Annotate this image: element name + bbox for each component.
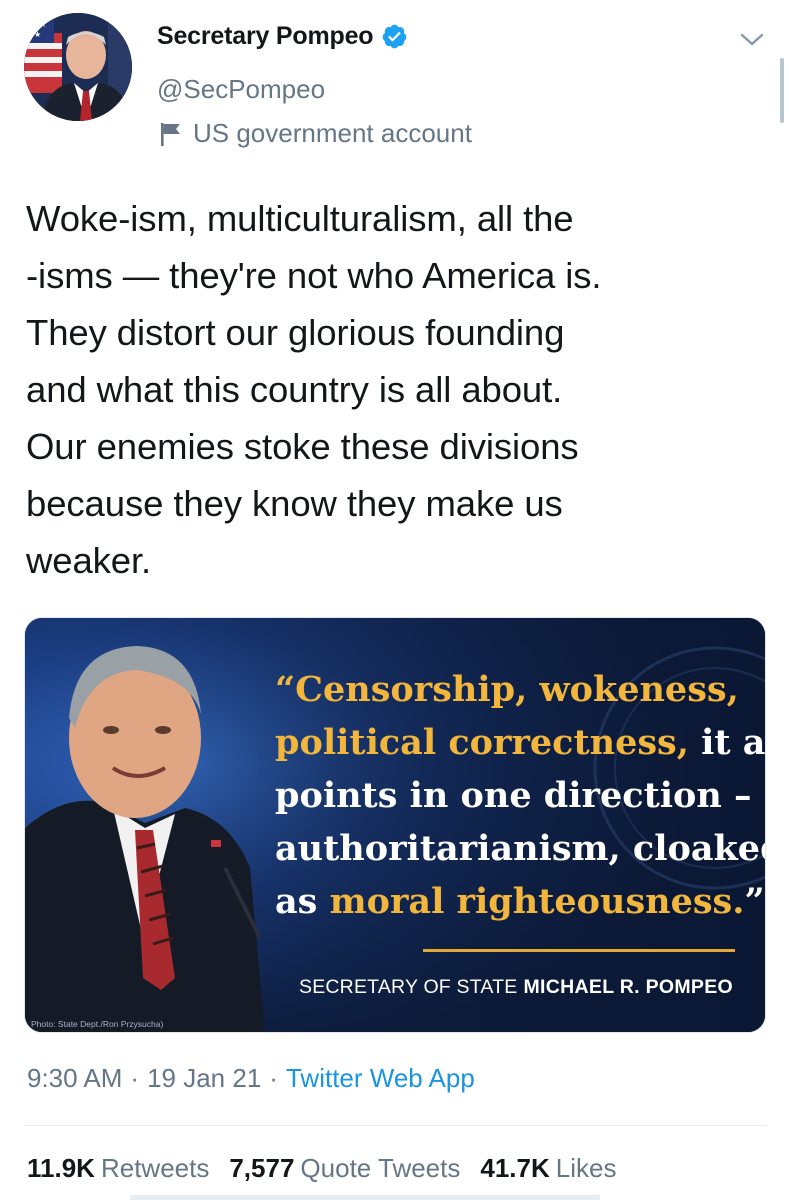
- tweet-metadata: 9:30 AM · 19 Jan 21 · Twitter Web App: [27, 1063, 475, 1094]
- quote-fragment: moral righteousness.: [329, 881, 745, 922]
- quote-fragment: it all: [701, 722, 766, 763]
- author-name-row[interactable]: Secretary Pompeo: [157, 22, 408, 51]
- attribution-name: MICHAEL R. POMPEO: [523, 976, 733, 998]
- quote-text: “Censorship, wokeness, political correct…: [275, 663, 765, 928]
- svg-text:★: ★: [34, 30, 41, 39]
- tweet-source-link[interactable]: Twitter Web App: [286, 1063, 475, 1094]
- avatar-photo: ★ ★ ★: [24, 13, 132, 121]
- photo-credit: Photo: State Dept./Ron Przysucha): [31, 1019, 164, 1029]
- quote-fragment: authoritarianism, cloaked: [275, 828, 766, 869]
- author-handle[interactable]: @SecPompeo: [157, 74, 325, 105]
- separator-dot: ·: [130, 1063, 140, 1093]
- quote-fragment: points in one direction –: [275, 775, 752, 816]
- tweet-text: Woke-ism, multiculturalism, all the -ism…: [26, 198, 602, 581]
- quote-line-3: points in one direction –: [275, 769, 752, 822]
- tweet-date[interactable]: 19 Jan 21: [147, 1063, 261, 1094]
- quote-line-1: “Censorship, wokeness,: [275, 663, 739, 716]
- likes-label: Likes: [555, 1153, 617, 1183]
- verified-badge-icon: [381, 23, 408, 50]
- quote-tweets-label: Quote Tweets: [300, 1153, 461, 1183]
- svg-text:★ ★: ★ ★: [30, 20, 47, 29]
- likes-count: 41.7K: [480, 1153, 550, 1183]
- quote-tweets-count: 7,577: [229, 1153, 295, 1183]
- quote-line-2: political correctness, it all: [275, 716, 765, 769]
- quote-fragment: “Censorship, wokeness,: [275, 669, 739, 710]
- retweets-label: Retweets: [100, 1153, 210, 1183]
- chevron-down-icon[interactable]: [739, 30, 765, 50]
- government-account-label[interactable]: US government account: [159, 118, 472, 149]
- separator-dot: ·: [269, 1063, 278, 1093]
- likes-stat[interactable]: 41.7K Likes: [480, 1153, 616, 1184]
- retweets-count: 11.9K: [27, 1153, 95, 1183]
- quote-fragment: as: [275, 881, 330, 922]
- quote-line-4: authoritarianism, cloaked: [275, 822, 765, 875]
- quote-fragment: political correctness,: [275, 722, 702, 763]
- action-bar-edge: [130, 1195, 600, 1200]
- tweet-time[interactable]: 9:30 AM: [27, 1063, 122, 1094]
- attribution-title: SECRETARY OF STATE: [298, 976, 518, 998]
- tweet-media-image[interactable]: “Censorship, wokeness, political correct…: [24, 617, 766, 1033]
- tweet-header: ★ ★ ★ Secretary Pompeo @SecPompeo US gov…: [0, 0, 789, 170]
- retweets-stat[interactable]: 11.9K Retweets: [27, 1153, 209, 1184]
- quote-tweets-stat[interactable]: 7,577 Quote Tweets: [229, 1153, 460, 1184]
- flag-icon: [159, 121, 183, 147]
- account-label-text: US government account: [193, 118, 472, 148]
- author-display-name[interactable]: Secretary Pompeo: [157, 22, 374, 51]
- quote-fragment: ”: [744, 881, 765, 922]
- quote-divider: [423, 949, 735, 952]
- scrollbar[interactable]: [780, 58, 784, 123]
- quote-line-5: as moral righteousness.”: [275, 875, 765, 928]
- avatar[interactable]: ★ ★ ★: [24, 13, 132, 121]
- quote-attribution: SECRETARY OF STATE MICHAEL R. POMPEO: [265, 976, 733, 999]
- divider: [24, 1125, 766, 1126]
- engagement-stats: 11.9K Retweets 7,577 Quote Tweets 41.7K …: [27, 1153, 636, 1184]
